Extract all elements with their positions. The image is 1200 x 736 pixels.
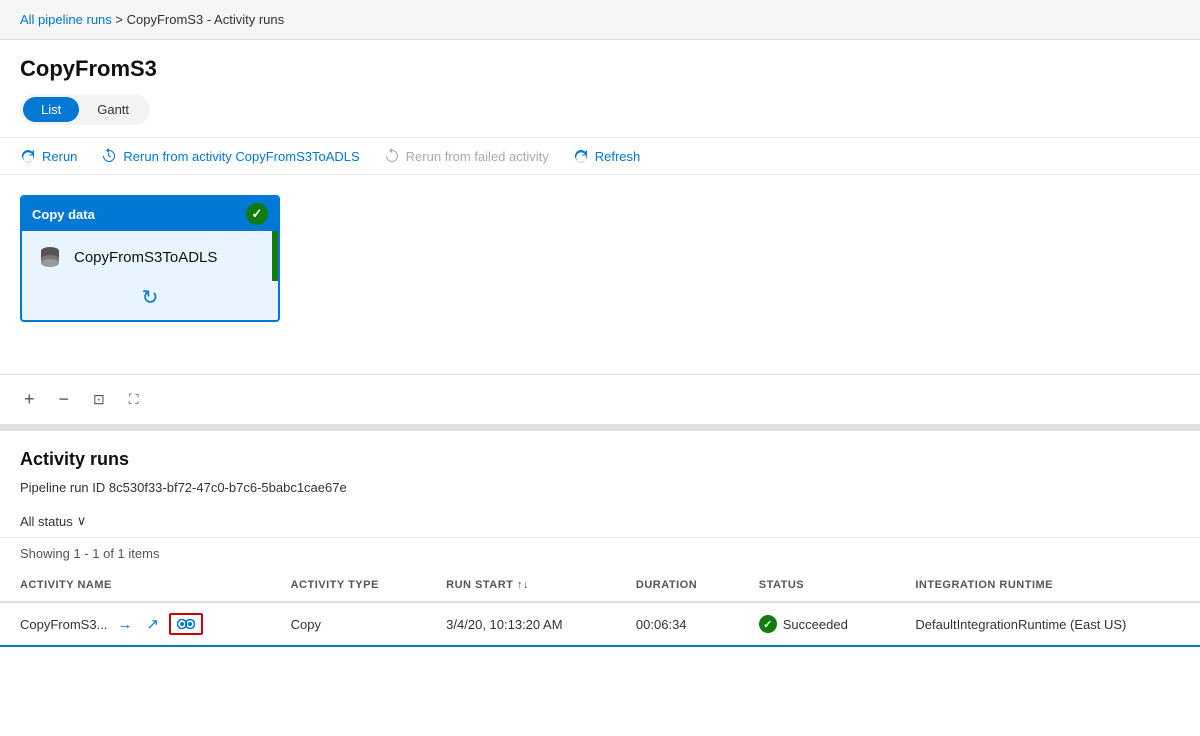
cell-activity-name: CopyFromS3... → ↗ — [0, 602, 271, 646]
pipeline-run-id-value: 8c530f33-bf72-47c0-b7c6-5babc1cae67e — [109, 480, 347, 495]
activity-runs-section: Activity runs — [0, 431, 1200, 476]
cell-status: ✓ Succeeded — [739, 602, 896, 646]
rerun-icon — [20, 148, 36, 164]
showing-text: Showing 1 - 1 of 1 items — [0, 538, 1200, 569]
pipeline-node-body: CopyFromS3ToADLS — [22, 231, 278, 281]
rerun-failed-button[interactable]: Rerun from failed activity — [384, 148, 549, 164]
zoom-fit-button[interactable]: ⊡ — [89, 387, 109, 412]
breadcrumb: All pipeline runs > CopyFromS3 - Activit… — [0, 0, 1200, 40]
col-status: STATUS — [739, 569, 896, 602]
page-title: CopyFromS3 — [20, 56, 1180, 82]
breadcrumb-separator: > — [115, 12, 126, 27]
cell-duration: 00:06:34 — [616, 602, 739, 646]
refresh-button[interactable]: Refresh — [573, 148, 641, 164]
filter-chevron-icon: ∨ — [77, 513, 87, 529]
breadcrumb-current: CopyFromS3 - Activity runs — [127, 12, 285, 27]
col-integration-runtime: INTEGRATION RUNTIME — [895, 569, 1200, 602]
page-header: CopyFromS3 List Gantt — [0, 40, 1200, 137]
activity-runs-table: ACTIVITY NAME ACTIVITY TYPE RUN START ↑↓… — [0, 569, 1200, 647]
input-output-details-icon[interactable] — [169, 613, 203, 635]
activity-name-value: CopyFromS3... — [20, 617, 107, 632]
col-duration: DURATION — [616, 569, 739, 602]
refresh-label: Refresh — [595, 149, 641, 164]
status-filter-button[interactable]: All status ∨ — [20, 513, 86, 529]
gantt-view-button[interactable]: Gantt — [79, 97, 147, 122]
pipeline-node-header: Copy data ✓ — [22, 197, 278, 231]
zoom-in-button[interactable]: + — [20, 385, 39, 414]
canvas-controls: + − ⊡ ⛶ — [0, 375, 1200, 425]
canvas-area: Copy data ✓ CopyFromS3ToADLS ↻ — [0, 175, 1200, 375]
rerun-label: Rerun — [42, 149, 77, 164]
col-activity-type: ACTIVITY TYPE — [271, 569, 427, 602]
view-toggle: List Gantt — [20, 94, 150, 125]
breadcrumb-link[interactable]: All pipeline runs — [20, 12, 112, 27]
rerun-failed-label: Rerun from failed activity — [406, 149, 549, 164]
toolbar: Rerun Rerun from activity CopyFromS3ToAD… — [0, 137, 1200, 175]
rerun-failed-icon — [384, 148, 400, 164]
node-activity-name: CopyFromS3ToADLS — [74, 249, 217, 266]
fit-view-button[interactable]: ⛶ — [125, 387, 143, 412]
node-status-bar — [272, 231, 280, 281]
col-activity-name: ACTIVITY NAME — [0, 569, 271, 602]
status-label: Succeeded — [783, 617, 848, 632]
cell-runtime: DefaultIntegrationRuntime (East US) — [895, 602, 1200, 646]
node-type-label: Copy data — [32, 207, 95, 222]
rerun-from-label: Rerun from activity CopyFromS3ToADLS — [123, 149, 359, 164]
db-icon — [36, 243, 64, 271]
output-icon[interactable]: ↗ — [142, 613, 163, 635]
filter-row: All status ∨ — [0, 505, 1200, 538]
pipeline-node[interactable]: Copy data ✓ CopyFromS3ToADLS ↻ — [20, 195, 280, 322]
node-sync-icon: ↻ — [142, 285, 159, 310]
rerun-button[interactable]: Rerun — [20, 148, 77, 164]
table-header: ACTIVITY NAME ACTIVITY TYPE RUN START ↑↓… — [0, 569, 1200, 602]
table-body: CopyFromS3... → ↗ Copy — [0, 602, 1200, 646]
refresh-icon — [573, 148, 589, 164]
cell-activity-type: Copy — [271, 602, 427, 646]
node-footer: ↻ — [22, 281, 278, 320]
pipeline-run-id-label: Pipeline run ID — [20, 480, 105, 495]
col-run-start: RUN START ↑↓ — [426, 569, 616, 602]
go-to-run-icon[interactable]: → — [113, 614, 136, 635]
table-row: CopyFromS3... → ↗ Copy — [0, 602, 1200, 646]
pipeline-run-id-row: Pipeline run ID 8c530f33-bf72-47c0-b7c6-… — [0, 476, 1200, 505]
list-view-button[interactable]: List — [23, 97, 79, 122]
section-title: Activity runs — [20, 449, 1180, 470]
filter-label: All status — [20, 514, 73, 529]
zoom-out-button[interactable]: − — [55, 385, 74, 414]
status-dot: ✓ — [759, 615, 777, 633]
rerun-from-button[interactable]: Rerun from activity CopyFromS3ToADLS — [101, 148, 359, 164]
cell-run-start: 3/4/20, 10:13:20 AM — [426, 602, 616, 646]
rerun-from-icon — [101, 148, 117, 164]
status-badge: ✓ Succeeded — [759, 615, 876, 633]
node-success-check: ✓ — [246, 203, 268, 225]
